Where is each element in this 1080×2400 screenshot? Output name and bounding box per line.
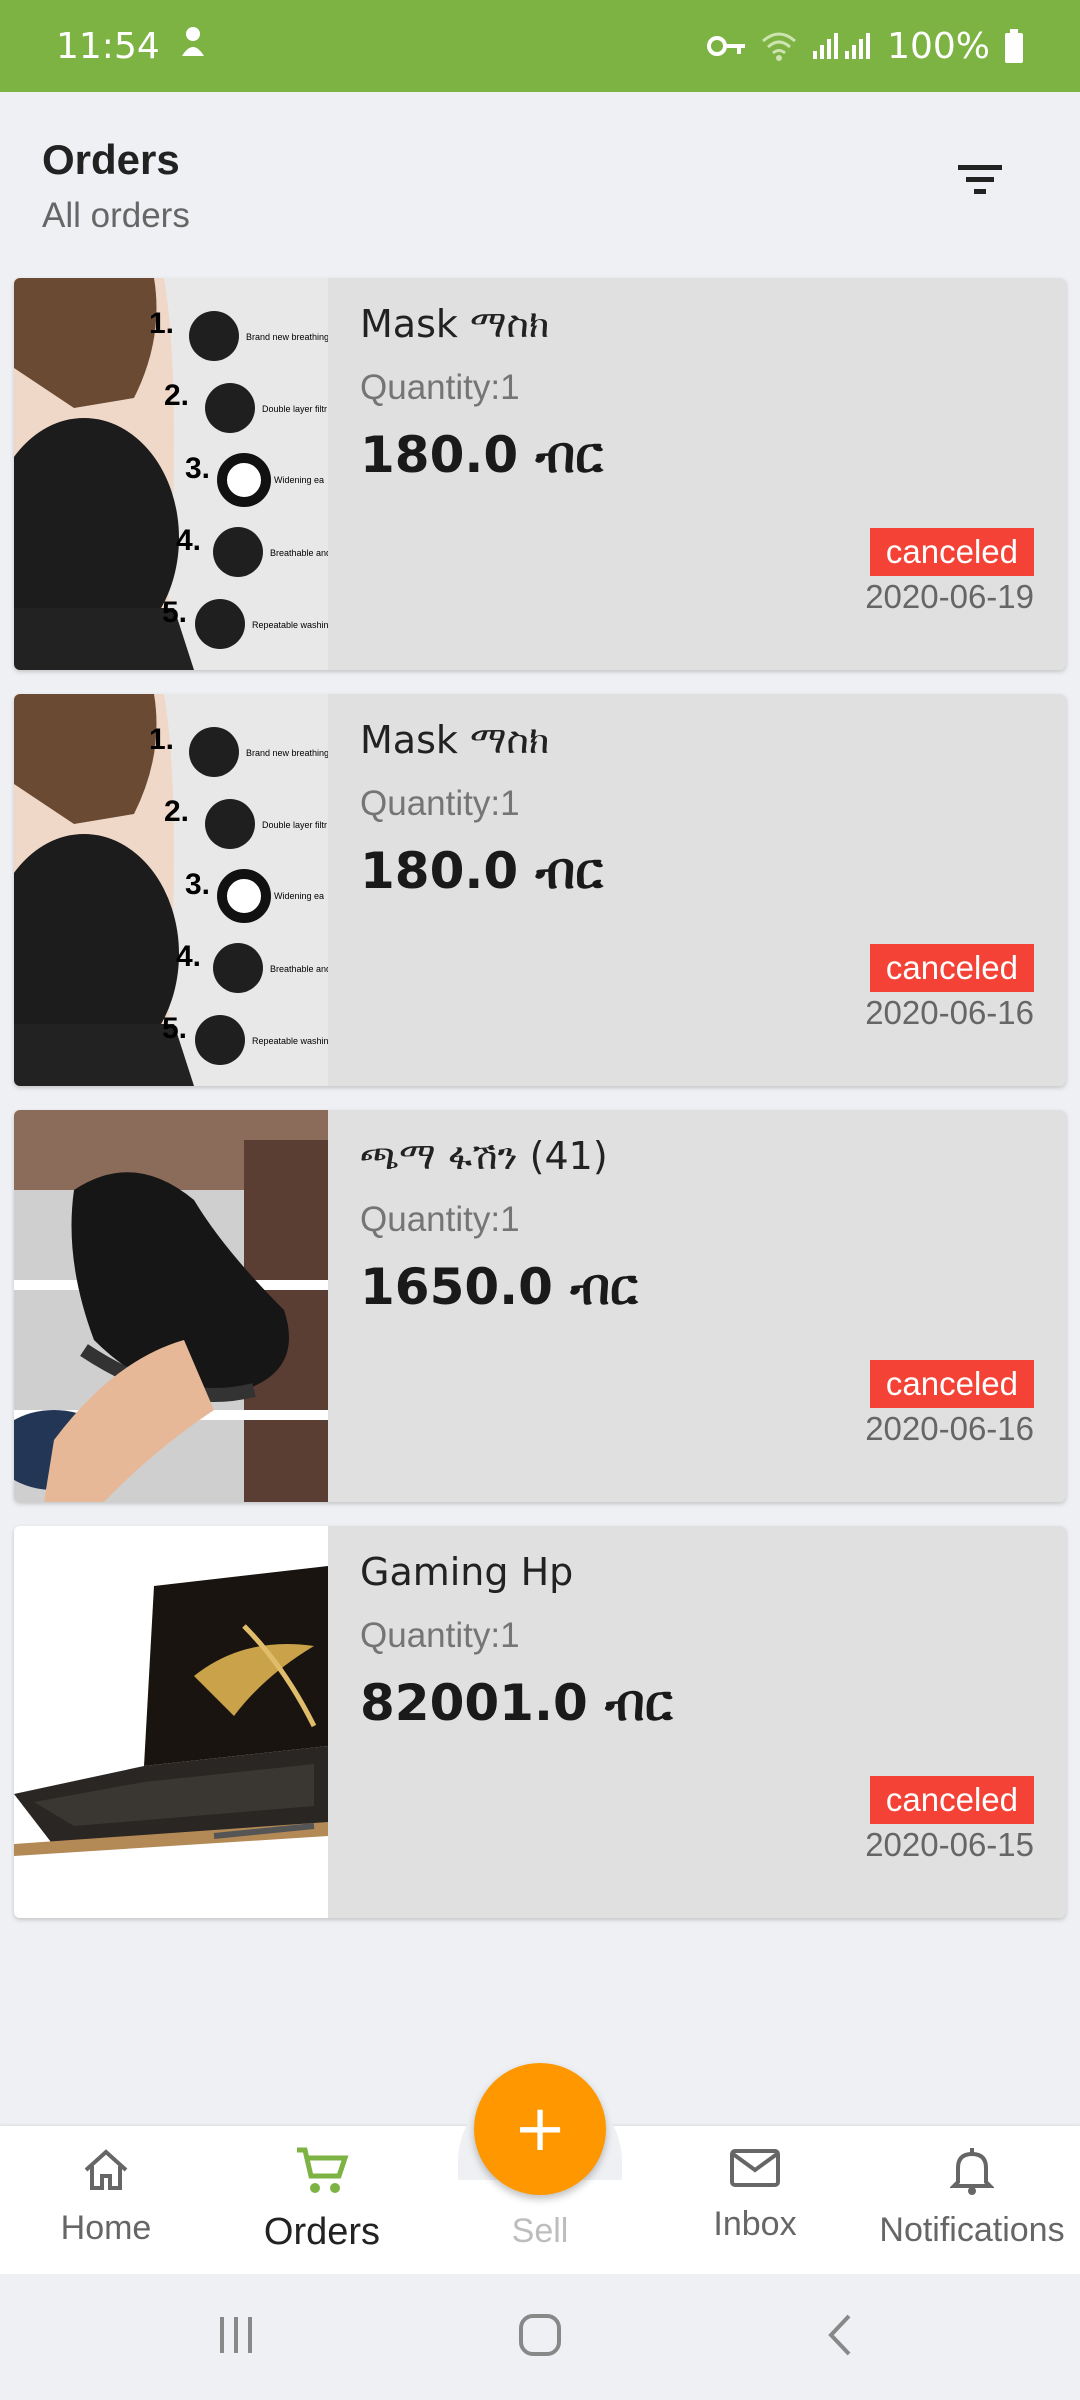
status-time: 11:54 xyxy=(56,25,160,67)
order-quantity: Quantity:1 xyxy=(360,784,520,823)
nav-inbox[interactable]: Inbox xyxy=(655,2146,855,2256)
thumb-list-marker: 4. xyxy=(176,524,201,557)
status-badge: canceled xyxy=(869,944,1034,992)
battery-percent: 100% xyxy=(887,25,990,67)
cart-icon xyxy=(295,2146,349,2201)
order-date: 2020-06-16 xyxy=(865,994,1034,1031)
order-date: 2020-06-16 xyxy=(865,1410,1034,1447)
thumb-caption: Brand new breathing xyxy=(246,748,328,758)
status-badge: canceled xyxy=(869,528,1034,576)
order-product-name: Mask ማስክ xyxy=(360,302,550,346)
thumb-list-marker: 2. xyxy=(164,795,189,828)
nav-notifications[interactable]: Notifications xyxy=(872,2146,1072,2256)
product-image-laptop xyxy=(14,1526,328,1918)
thumb-caption: Widening ea xyxy=(274,475,324,485)
battery-icon xyxy=(1004,29,1024,63)
thumb-caption: Widening ea xyxy=(274,891,324,901)
order-card[interactable]: ጫማ ፋሽን (41) Quantity:1 1650.0 ብር cancele… xyxy=(14,1110,1066,1502)
product-image-mask: 1. 2. 3. 4. 5. Brand new breathing Doubl… xyxy=(14,278,328,670)
order-card[interactable]: 1. 2. 3. 4. 5. Brand new breathing Doubl… xyxy=(14,694,1066,1086)
thumb-list-marker: 1. xyxy=(149,307,174,340)
nav-orders[interactable]: Orders xyxy=(222,2146,422,2256)
thumb-caption: Double layer filtr xyxy=(262,820,327,830)
page-subtitle: All orders xyxy=(42,196,190,235)
back-icon xyxy=(825,2312,855,2363)
thumb-caption: Repeatable washing xyxy=(252,1036,328,1046)
nav-inbox-label: Inbox xyxy=(713,2205,797,2243)
page-title: Orders xyxy=(42,136,180,183)
home-circle-icon xyxy=(517,2312,563,2363)
order-price: 180.0 ብር xyxy=(360,842,603,900)
filter-icon xyxy=(956,163,1004,202)
product-image-mask: 1. 2. 3. 4. 5. Brand new breathing Doubl… xyxy=(14,694,328,1086)
back-button[interactable] xyxy=(800,2304,880,2370)
status-badge: canceled xyxy=(869,1776,1034,1824)
thumb-list-marker: 5. xyxy=(162,1012,187,1045)
order-quantity: Quantity:1 xyxy=(360,368,520,407)
nav-home-label: Home xyxy=(60,2209,152,2247)
thumb-list-marker: 4. xyxy=(176,940,201,973)
thumb-list-marker: 2. xyxy=(164,379,189,412)
order-card[interactable]: Gaming Hp Quantity:1 82001.0 ብር canceled… xyxy=(14,1526,1066,1918)
sell-fab-button[interactable]: + xyxy=(474,2063,606,2195)
product-image-shoe xyxy=(14,1110,328,1502)
signal-icon xyxy=(811,31,873,61)
order-product-name: Mask ማስክ xyxy=(360,718,550,762)
mail-icon xyxy=(729,2146,781,2195)
nav-home[interactable]: Home xyxy=(6,2146,206,2256)
page-header: Orders All orders xyxy=(0,92,1080,260)
thumb-caption: Double layer filtr xyxy=(262,404,327,414)
order-product-name: ጫማ ፋሽን (41) xyxy=(360,1134,608,1178)
order-quantity: Quantity:1 xyxy=(360,1616,520,1655)
thumb-caption: Repeatable washing xyxy=(252,620,328,630)
order-price: 82001.0 ብር xyxy=(360,1674,673,1732)
order-product-name: Gaming Hp xyxy=(360,1550,574,1594)
wifi-icon xyxy=(761,31,797,61)
vpn-key-icon xyxy=(707,33,747,59)
status-badge: canceled xyxy=(869,1360,1034,1408)
thumb-list-marker: 5. xyxy=(162,596,187,629)
thumb-list-marker: 3. xyxy=(185,868,210,901)
nav-notifications-label: Notifications xyxy=(879,2211,1065,2249)
nav-sell-label: Sell xyxy=(511,2212,569,2250)
filter-button[interactable] xyxy=(940,152,1020,212)
thumb-list-marker: 3. xyxy=(185,452,210,485)
status-bar: 11:54 100% xyxy=(0,0,1080,92)
bell-icon xyxy=(949,2146,995,2201)
home-icon xyxy=(80,2146,132,2199)
order-quantity: Quantity:1 xyxy=(360,1200,520,1239)
order-price: 180.0 ብር xyxy=(360,426,603,484)
order-date: 2020-06-19 xyxy=(865,578,1034,615)
app-notification-icon xyxy=(178,24,208,68)
nav-orders-label: Orders xyxy=(263,2211,381,2253)
orders-list: 1. 2. 3. 4. 5. Brand new breathing Doubl… xyxy=(14,278,1066,1942)
thumb-caption: Brand new breathing xyxy=(246,332,328,342)
recents-button[interactable] xyxy=(196,2304,276,2370)
plus-icon: + xyxy=(513,2092,567,2166)
thumb-list-marker: 1. xyxy=(149,723,174,756)
thumb-caption: Breathable and c xyxy=(270,964,328,974)
system-navigation-bar xyxy=(0,2274,1080,2400)
order-card[interactable]: 1. 2. 3. 4. 5. Brand new breathing Doubl… xyxy=(14,278,1066,670)
home-system-button[interactable] xyxy=(500,2304,580,2370)
recents-icon xyxy=(216,2315,256,2360)
thumb-caption: Breathable and c xyxy=(270,548,328,558)
order-date: 2020-06-15 xyxy=(865,1826,1034,1863)
order-price: 1650.0 ብር xyxy=(360,1258,638,1316)
